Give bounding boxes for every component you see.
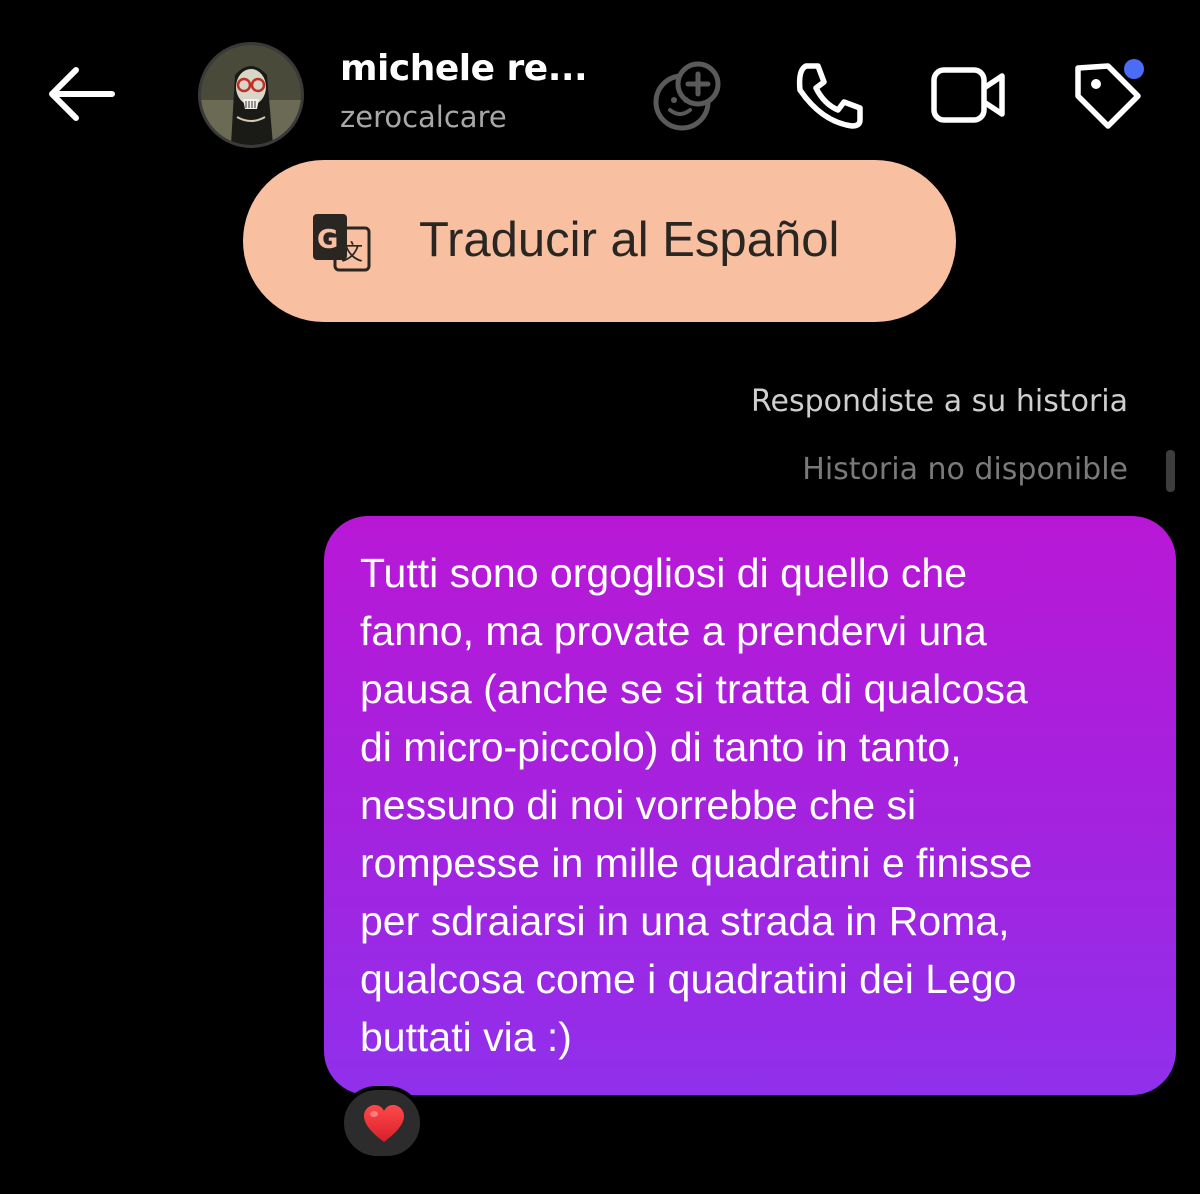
video-call-button[interactable] (928, 56, 1008, 136)
avatar-image (201, 45, 301, 145)
contact-name[interactable]: michele re... (340, 48, 588, 89)
translate-icon: G 文 (313, 214, 371, 272)
video-camera-icon (931, 67, 1005, 123)
story-reply-bar (1166, 450, 1175, 492)
phone-icon (796, 63, 863, 129)
svg-text:G: G (317, 225, 338, 255)
add-emoji-icon (653, 61, 721, 131)
message-reaction[interactable] (340, 1086, 424, 1160)
message-bubble[interactable]: Tutti sono orgogliosi di quello che fann… (324, 516, 1176, 1095)
add-emoji-button[interactable] (648, 56, 728, 136)
avatar[interactable] (198, 42, 304, 148)
back-button[interactable] (44, 62, 120, 126)
svg-text:文: 文 (341, 241, 363, 266)
contact-username[interactable]: zerocalcare (340, 100, 507, 134)
story-reply-note: Respondiste a su historia (750, 384, 1128, 419)
notification-dot (1124, 59, 1144, 79)
translate-label: Traducir al Español (419, 213, 840, 267)
story-unavailable-label: Historia no disponible (802, 452, 1128, 487)
back-arrow-icon (49, 67, 115, 121)
heart-icon (364, 1105, 404, 1142)
voice-call-button[interactable] (788, 56, 868, 136)
translate-button[interactable]: G 文 Traducir al Español (243, 160, 956, 322)
message-text: Tutti sono orgogliosi di quello che fann… (360, 550, 1033, 1060)
